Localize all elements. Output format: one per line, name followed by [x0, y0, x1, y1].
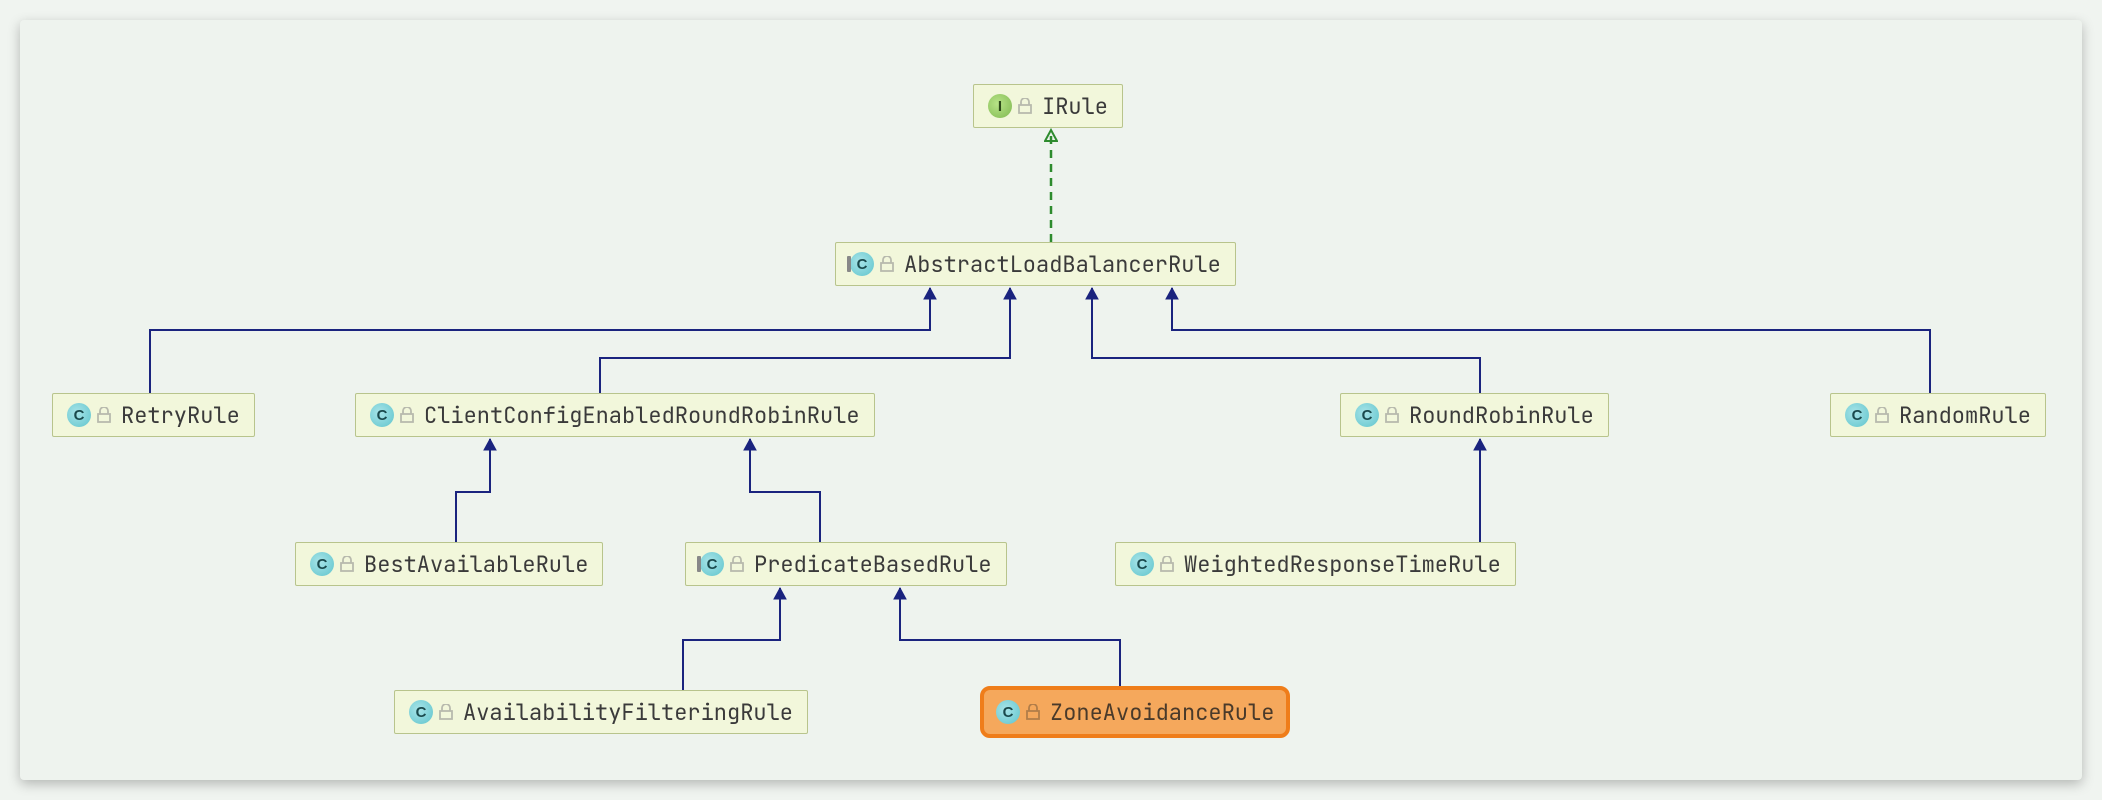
node-availability-filtering-rule[interactable]: C AvailabilityFilteringRule: [394, 690, 808, 734]
node-zone-avoidance-rule[interactable]: C ZoneAvoidanceRule: [980, 686, 1290, 738]
node-label: RoundRobinRule: [1409, 401, 1594, 430]
lock-icon: [1385, 407, 1399, 423]
abstract-class-icon: C: [850, 252, 874, 276]
class-icon: C: [1355, 403, 1379, 427]
lock-icon: [880, 256, 894, 272]
node-predicate-based-rule[interactable]: C PredicateBasedRule: [685, 542, 1007, 586]
node-label: PredicateBasedRule: [754, 550, 992, 579]
edge-random-to-abstract: [1172, 288, 1930, 393]
lock-icon: [439, 704, 453, 720]
class-icon: C: [370, 403, 394, 427]
lock-icon: [340, 556, 354, 572]
node-label: IRule: [1042, 92, 1108, 121]
node-round-robin-rule[interactable]: C RoundRobinRule: [1340, 393, 1609, 437]
node-retry-rule[interactable]: C RetryRule: [52, 393, 255, 437]
node-label: AvailabilityFilteringRule: [463, 698, 793, 727]
edge-zoneavoid-to-predicate: [900, 588, 1120, 686]
node-label: WeightedResponseTimeRule: [1184, 550, 1501, 579]
class-icon: C: [67, 403, 91, 427]
edge-roundrobin-to-abstract: [1092, 288, 1480, 393]
edges-layer: [20, 20, 2082, 780]
lock-icon: [400, 407, 414, 423]
lock-icon: [1018, 98, 1032, 114]
class-icon: C: [409, 700, 433, 724]
edge-clientconfig-to-abstract: [600, 288, 1010, 393]
node-label: RetryRule: [121, 401, 240, 430]
node-client-config-enabled-round-robin-rule[interactable]: C ClientConfigEnabledRoundRobinRule: [355, 393, 875, 437]
lock-icon: [1875, 407, 1889, 423]
node-label: RandomRule: [1899, 401, 2031, 430]
edge-retry-to-abstract: [150, 288, 930, 393]
node-weighted-response-time-rule[interactable]: C WeightedResponseTimeRule: [1115, 542, 1516, 586]
abstract-class-icon: C: [700, 552, 724, 576]
lock-icon: [730, 556, 744, 572]
node-irule[interactable]: I IRule: [973, 84, 1123, 128]
node-best-available-rule[interactable]: C BestAvailableRule: [295, 542, 603, 586]
edge-bestavail-to-clientconfig: [456, 439, 490, 542]
class-icon: C: [1130, 552, 1154, 576]
node-label: AbstractLoadBalancerRule: [904, 250, 1221, 279]
class-icon: C: [1845, 403, 1869, 427]
node-abstract-load-balancer-rule[interactable]: C AbstractLoadBalancerRule: [835, 242, 1236, 286]
class-hierarchy-diagram: I IRule C AbstractLoadBalancerRule C Ret…: [20, 20, 2082, 780]
lock-icon: [97, 407, 111, 423]
class-icon: C: [996, 700, 1020, 724]
node-label: BestAvailableRule: [364, 550, 588, 579]
node-label: ZoneAvoidanceRule: [1050, 698, 1274, 727]
node-random-rule[interactable]: C RandomRule: [1830, 393, 2046, 437]
edge-predicate-to-clientconfig: [750, 439, 820, 542]
lock-icon: [1026, 704, 1040, 720]
node-label: ClientConfigEnabledRoundRobinRule: [424, 401, 860, 430]
interface-icon: I: [988, 94, 1012, 118]
class-icon: C: [310, 552, 334, 576]
lock-icon: [1160, 556, 1174, 572]
edge-availfilter-to-predicate: [683, 588, 780, 690]
